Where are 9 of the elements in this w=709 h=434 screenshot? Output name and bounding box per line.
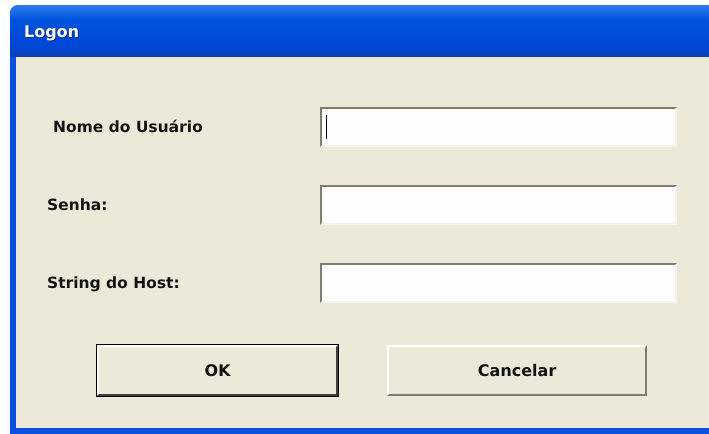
field-label: Senha:	[47, 196, 108, 214]
window-title: Logon	[24, 22, 80, 40]
field-label: Nome do Usuário	[52, 118, 204, 136]
input-field[interactable]	[320, 263, 677, 303]
input-field[interactable]	[320, 185, 677, 225]
field-label: String do Host:	[47, 274, 181, 292]
dialog-button[interactable]: Cancelar	[387, 345, 647, 396]
dialog-button[interactable]: OK	[97, 345, 338, 396]
input-field[interactable]	[320, 107, 677, 147]
